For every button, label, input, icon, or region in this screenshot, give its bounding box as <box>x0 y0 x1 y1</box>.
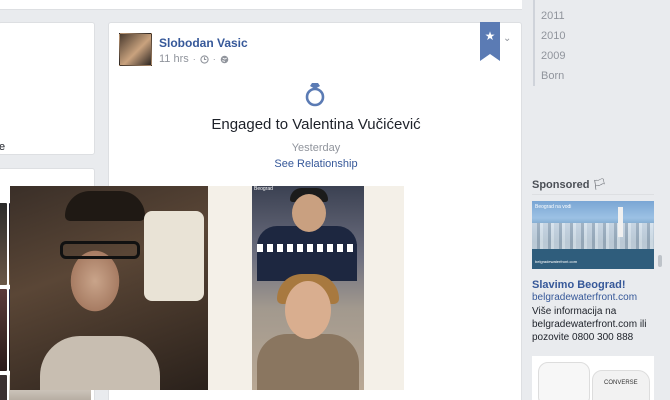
ad-body-text: Više informacija na belgradewaterfront.c… <box>532 306 647 343</box>
sponsored-label: Sponsored <box>532 179 590 191</box>
life-event-date: Yesterday <box>291 142 341 154</box>
ad-image-detail <box>532 223 654 251</box>
timeline-scrubber-line <box>533 0 535 86</box>
ad-logo-text: Beograd na vodi <box>535 204 572 210</box>
bookmark-ribbon[interactable]: ★ <box>480 22 500 61</box>
ad-image-detail <box>538 362 590 400</box>
grid-photo[interactable] <box>0 203 7 285</box>
photo-detail <box>60 241 140 259</box>
photo-detail <box>257 226 357 281</box>
ad-image-caption: belgradewaterfront.com <box>535 259 578 264</box>
grid-photo[interactable] <box>0 375 7 400</box>
post-meta: 11 hrs · · <box>159 53 229 65</box>
clock-icon <box>200 54 209 64</box>
top-strip <box>0 0 522 10</box>
photo-detail <box>257 334 359 390</box>
timeline-year-2009[interactable]: 2009 <box>541 49 565 69</box>
timeline-year-born[interactable]: Born <box>541 69 565 89</box>
timeline-year-2011[interactable]: 2011 <box>541 9 565 29</box>
left-card: e <box>0 22 95 155</box>
timeline-years: 2011 2010 2009 Born <box>541 9 565 89</box>
grid-photo[interactable] <box>0 289 7 371</box>
ring-icon <box>305 83 325 107</box>
author-avatar[interactable] <box>119 33 152 66</box>
photo-detail <box>144 211 204 301</box>
flag-icon[interactable]: 🏳 <box>593 179 607 191</box>
globe-icon[interactable] <box>220 55 229 64</box>
ad-image[interactable]: Beograd na vodi belgradewaterfront.com <box>532 201 654 269</box>
ad-image-shoes[interactable]: CONVERSE <box>532 356 654 400</box>
photo-detail <box>40 336 160 390</box>
ad-brand-text: CONVERSE <box>604 380 638 386</box>
timeline-year-2010[interactable]: 2010 <box>541 29 565 49</box>
scrollbar-thumb[interactable] <box>658 255 662 267</box>
dot-separator-icon: · <box>212 54 216 64</box>
left-card-text: e <box>0 141 6 153</box>
ad-url[interactable]: belgradewaterfront.com <box>532 292 637 303</box>
sponsored-header: Sponsored 🏳 <box>532 178 606 191</box>
photo-detail <box>257 244 357 252</box>
photo-detail <box>292 194 326 232</box>
divider <box>532 194 654 195</box>
photo-sign-text: Beograd <box>254 186 273 192</box>
post-time[interactable]: 11 hrs <box>159 53 189 65</box>
post-photo-couple[interactable]: Beograd <box>252 186 364 390</box>
ad-image-detail <box>618 207 623 237</box>
ad-title-link[interactable]: Slavimo Beograd! <box>532 279 626 291</box>
dot-separator-icon: · <box>192 54 196 64</box>
photo-detail <box>285 281 331 339</box>
life-event-title: Engaged to Valentina Vučićević <box>211 116 421 133</box>
see-relationship-link[interactable]: See Relationship <box>109 158 523 170</box>
photo-detail <box>65 191 145 221</box>
star-icon: ★ <box>484 29 496 43</box>
author-name[interactable]: Slobodan Vasic <box>159 36 248 50</box>
chevron-down-icon[interactable]: ⌄ <box>503 33 511 44</box>
post-photo-selfie[interactable] <box>10 186 208 390</box>
